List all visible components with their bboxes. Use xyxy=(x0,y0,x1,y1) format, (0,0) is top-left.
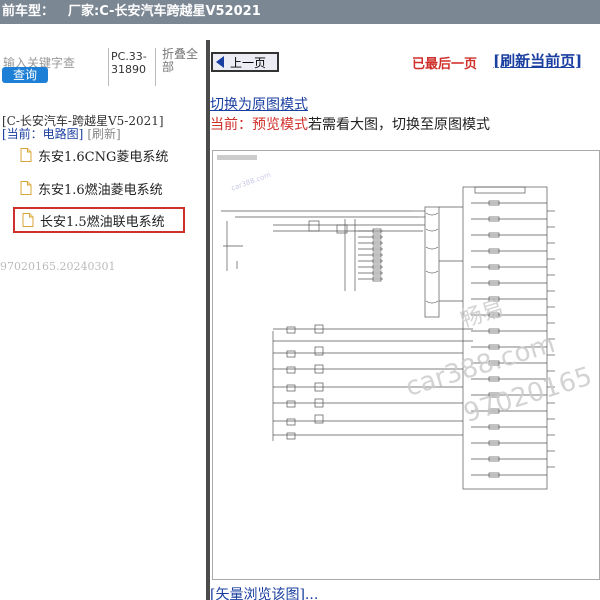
refresh-link[interactable]: [刷新] xyxy=(87,127,120,141)
diagram-watermark: car388.com xyxy=(230,171,272,193)
title-vendor: 厂家:C-长安汽车跨越星V52021 xyxy=(68,4,261,19)
tree-item-selected[interactable]: 长安1.5燃油联电系统 xyxy=(13,207,185,233)
arrow-left-icon xyxy=(216,56,224,68)
document-icon xyxy=(20,148,32,162)
left-pane: 输入关键字查 查询 PC.33-31890 折叠全部 [C-长安汽车-跨越星V5… xyxy=(0,40,206,600)
app-window: 前车型： 厂家:C-长安汽车跨越星V52021 输入关键字查 查询 PC.33-3… xyxy=(0,0,600,600)
right-pane: 上一页 已最后一页 [刷新当前页] 切换为原图模式 当前：预览模式若需看大图，切… xyxy=(210,40,600,600)
tree-item-label: 东安1.6CNG菱电系统 xyxy=(38,149,169,165)
tree-item-label: 东安1.6燃油菱电系统 xyxy=(38,182,163,198)
title-bar: 前车型： 厂家:C-长安汽车跨越星V52021 xyxy=(0,0,600,24)
collapse-all-button[interactable]: 折叠全部 xyxy=(162,48,204,74)
title-vehicle-label: 前车型： xyxy=(2,4,55,19)
pc-code: PC.33-31890 xyxy=(108,48,156,86)
mode-current: 当前：预览模式 xyxy=(210,117,308,133)
switch-mode-link[interactable]: 切换为原图模式 xyxy=(210,94,308,114)
prev-page-button[interactable]: 上一页 xyxy=(211,52,279,72)
vector-view-link[interactable]: [矢量浏览该图]... xyxy=(210,584,318,600)
page-toolbar: 上一页 已最后一页 [刷新当前页] xyxy=(210,40,600,80)
refresh-page-link[interactable]: [刷新当前页] xyxy=(493,50,582,71)
mode-status: 当前：预览模式若需看大图，切换至原图模式 xyxy=(210,114,490,134)
wiring-diagram-image: car388.com 畅易 car388.com 97020165 xyxy=(217,155,596,490)
current-location: [当前：电路图] [刷新] xyxy=(2,125,121,142)
tree-item[interactable]: 东安1.6燃油菱电系统 xyxy=(20,177,163,199)
last-page-notice: 已最后一页 xyxy=(412,57,478,72)
vector-link-label: [矢量浏览该图]... xyxy=(210,587,319,600)
version-text: 97020165.20240301 xyxy=(0,260,116,273)
current-label: [当前：电路图] xyxy=(2,127,84,141)
wiring-diagram[interactable]: car388.com 畅易 car388.com 97020165 xyxy=(212,150,600,580)
document-icon xyxy=(20,181,32,195)
document-icon xyxy=(22,213,34,227)
watermark-brand: 畅易 xyxy=(458,296,507,333)
mode-hint: 若需看大图，切换至原图模式 xyxy=(308,117,490,133)
tree-item-label: 长安1.5燃油联电系统 xyxy=(40,214,165,230)
prev-page-label: 上一页 xyxy=(230,55,267,70)
tree-item[interactable]: 东安1.6CNG菱电系统 xyxy=(20,144,168,166)
search-button[interactable]: 查询 xyxy=(2,67,48,83)
